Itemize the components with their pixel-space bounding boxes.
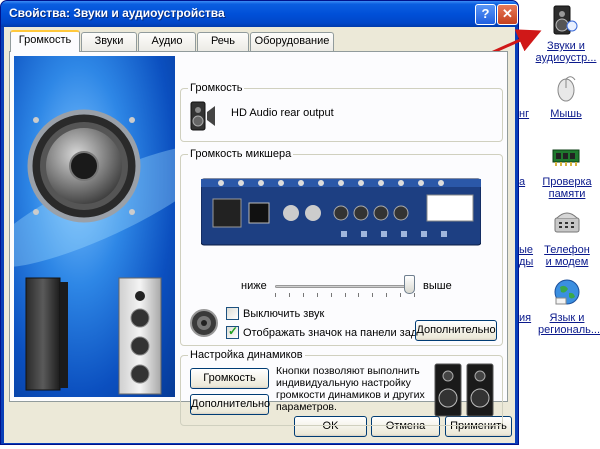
mixer-advanced-button[interactable]: Дополнительно (415, 320, 497, 341)
mixer-panel-image (201, 178, 481, 246)
slider-tick (358, 293, 359, 297)
mixer-group-label: Громкость микшера (188, 148, 294, 160)
volume-slider-thumb[interactable] (404, 275, 415, 294)
tab-audio[interactable]: Аудио (138, 32, 196, 51)
left-tower-speaker-image (25, 277, 68, 391)
speaker-settings-group: Настройка динамиков Громкость Дополнител… (180, 349, 503, 426)
slider-tick (317, 293, 318, 297)
window-title: Свойства: Звуки и аудиоустройства (9, 6, 225, 20)
tab-speech[interactable]: Речь (197, 32, 249, 51)
volume-tray-icon (190, 309, 218, 337)
sound-properties-dialog: Свойства: Звуки и аудиоустройства ? ✕ Гр… (0, 0, 519, 445)
speakers-illustration (14, 56, 175, 397)
slider-max-label: выше (423, 280, 452, 292)
slider-tick (275, 293, 276, 297)
mouse-icon[interactable] (553, 76, 579, 102)
desktop-icon-label-phone[interactable]: Телефон и модем (540, 244, 594, 268)
show-tray-icon-checkbox[interactable] (226, 324, 239, 339)
globe-language-icon[interactable] (553, 278, 581, 306)
help-button[interactable]: ? (475, 4, 496, 25)
right-tower-speaker-image (118, 277, 162, 395)
partial-label: а (519, 176, 526, 188)
mute-label: Выключить звук (243, 308, 325, 320)
mixer-volume-group: Громкость микшера ниже выше Выключить зв… (180, 148, 503, 346)
slider-tick (289, 293, 290, 297)
sound-speaker-icon[interactable] (548, 4, 580, 36)
speaker-description: Кнопки позволяют выполнить индивидуальну… (276, 365, 425, 413)
partial-label: ия (519, 312, 532, 324)
screenshot: Свойства: Звуки и аудиоустройства ? ✕ Гр… (0, 0, 600, 449)
partial-label: ые (519, 244, 534, 256)
show-tray-icon-label: Отображать значок на панели задач (243, 327, 429, 339)
speaker-settings-label: Настройка динамиков (188, 349, 305, 361)
slider-min-label: ниже (241, 280, 267, 292)
volume-group-label: Громкость (188, 82, 245, 94)
slider-tick (400, 293, 401, 297)
tab-sounds[interactable]: Звуки (81, 32, 137, 51)
dialog-client-area: Громкость Звуки Аудио Речь Оборудование (4, 27, 515, 443)
desktop-icon-label-memory[interactable]: Проверка памяти (540, 176, 594, 200)
volume-group: Громкость HD Audio rear output (180, 82, 503, 142)
slider-tick (414, 293, 415, 297)
volume-slider-track[interactable] (275, 285, 415, 288)
slider-ticks (275, 293, 415, 297)
title-bar[interactable]: Свойства: Звуки и аудиоустройства ? ✕ (1, 1, 518, 27)
desktop-icon-label-language[interactable]: Язык и региональ... (538, 312, 600, 336)
speaker-advanced-button[interactable]: Дополнительно (190, 394, 270, 415)
phone-modem-icon[interactable] (553, 208, 581, 236)
tab-hardware[interactable]: Оборудование (250, 32, 334, 51)
memory-chip-icon[interactable] (552, 144, 580, 168)
mute-checkbox[interactable] (226, 307, 239, 320)
close-button[interactable]: ✕ (497, 4, 518, 25)
audio-device-name: HD Audio rear output (231, 107, 334, 119)
slider-tick (372, 293, 373, 297)
speaker-volume-button[interactable]: Громкость (190, 368, 269, 389)
speaker-device-icon (190, 101, 215, 131)
desktop-speakers-image (434, 363, 494, 417)
tab-volume[interactable]: Громкость (10, 30, 80, 52)
partial-label: ды (519, 256, 534, 268)
woofer-image (27, 109, 141, 223)
slider-tick (303, 293, 304, 297)
slider-tick (345, 293, 346, 297)
desktop-icon-label-sounds[interactable]: Звуки и аудиоустр... (533, 40, 599, 64)
slider-tick (331, 293, 332, 297)
desktop-icon-label-mouse[interactable]: Мышь (540, 108, 592, 120)
volume-tab-panel: Громкость HD Audio rear output Громкость… (9, 51, 508, 426)
slider-tick (386, 293, 387, 297)
partial-label: нг (519, 108, 530, 120)
